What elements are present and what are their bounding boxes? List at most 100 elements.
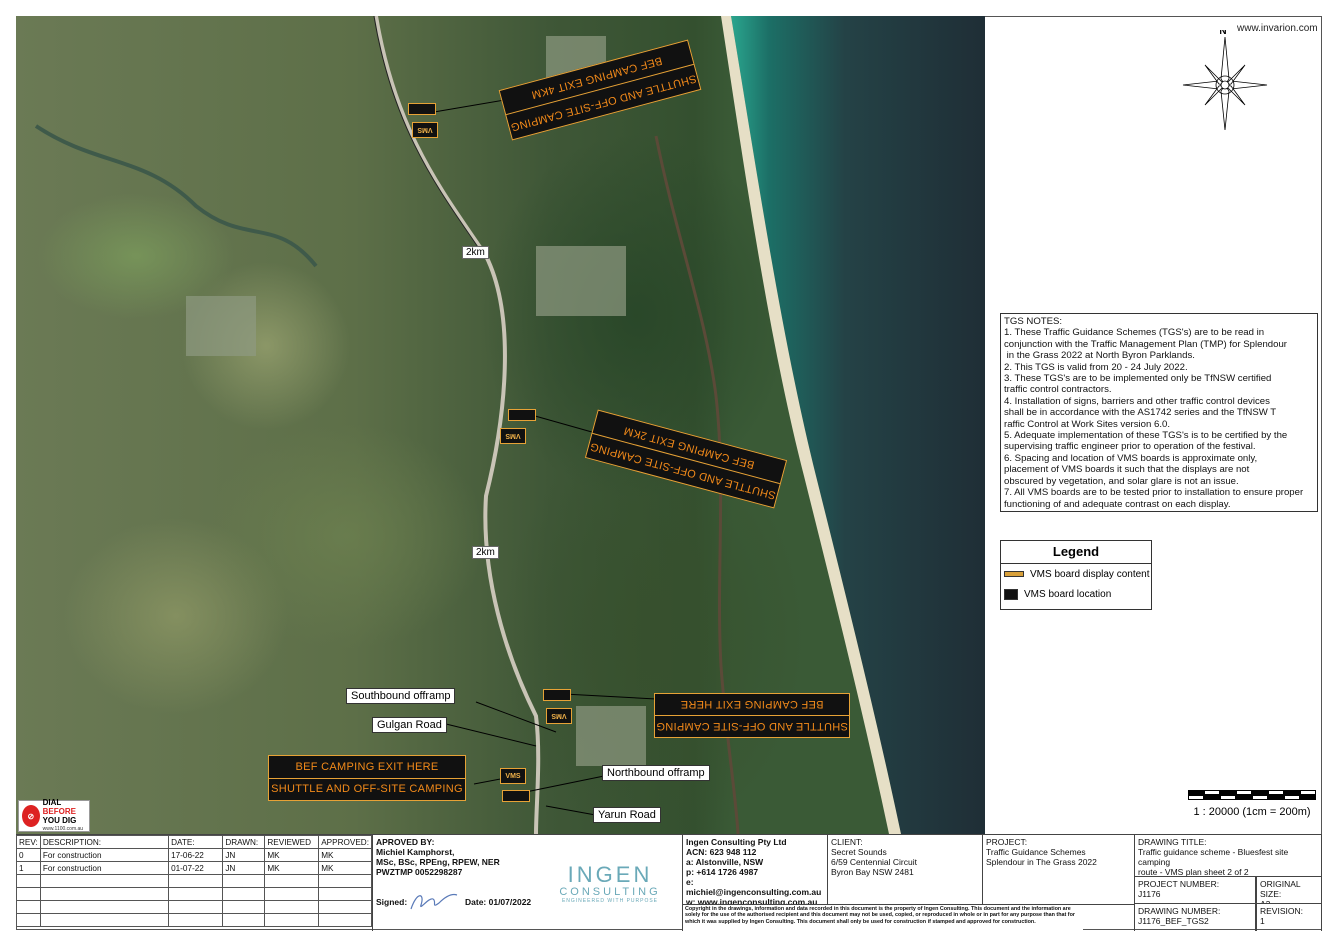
approved-by-label: APROVED BY: <box>376 837 435 847</box>
notes-line: in the Grass 2022 at North Byron Parklan… <box>1004 350 1195 362</box>
client-line: Byron Bay NSW 2481 <box>831 867 914 877</box>
you-dig-text: YOU DIG <box>42 816 77 825</box>
map-legend: Legend VMS board display content VMS boa… <box>1000 540 1152 610</box>
scale-ticks <box>1188 795 1316 800</box>
notes-line: 3. These TGS's are to be implemented onl… <box>1004 373 1272 385</box>
logo-text: CONSULTING <box>559 886 661 898</box>
notes-title: TGS NOTES: <box>1004 316 1063 327</box>
drawing-number-label: DRAWING NUMBER: <box>1138 906 1221 916</box>
drawing-number-cell: DRAWING NUMBER: J1176_BEF_TGS2 <box>1135 904 1256 931</box>
northbound-offramp-label: Northbound offramp <box>602 765 710 781</box>
client-line: Secret Sounds <box>831 847 887 857</box>
notes-line: raffic Control at Work Sites version 6.0… <box>1004 418 1171 430</box>
dial-before-you-dig-logo: ⊘ DIAL BEFORE YOU DIG www.1100.com.au <box>18 798 90 832</box>
company-line: e: michiel@ingenconsulting.com.au <box>686 877 822 897</box>
vms-tag: VMS <box>412 122 438 138</box>
project-panel: PROJECT: Traffic Guidance Schemes Splend… <box>983 835 1135 904</box>
drawing-title-line: route - VMS plan sheet 2 of 2 <box>1138 867 1249 877</box>
copyright-notice: Copyright in the drawings, information a… <box>683 904 1083 931</box>
approver-line: Michiel Kamphorst, <box>376 847 455 857</box>
southbound-offramp-label: Southbound offramp <box>346 688 456 704</box>
distance-marker: 2km <box>472 546 499 559</box>
drawing-title-label: DRAWING TITLE: <box>1138 837 1207 847</box>
dial-text: DIAL BEFORE <box>42 798 76 816</box>
scale-bar: 1 : 20000 (1cm = 200m) <box>1188 790 1316 818</box>
sign-line: BEF CAMPING EXIT HERE <box>295 760 439 773</box>
vms-location-marker[interactable] <box>408 103 436 115</box>
vms-location-marker[interactable] <box>508 409 536 421</box>
vms-display-swatch-icon <box>1004 571 1024 577</box>
company-line: ACN: 623 948 112 <box>686 847 757 857</box>
tgs-notes: TGS NOTES: 1. These Traffic Guidance Sch… <box>1000 313 1318 512</box>
client-label: CLIENT: <box>831 837 863 847</box>
signed-label: Signed: <box>376 897 408 907</box>
table-row <box>16 887 372 901</box>
project-line: Traffic Guidance Schemes <box>986 847 1086 857</box>
client-line: 6/59 Centennial Circuit <box>831 857 917 867</box>
vms-location-icon <box>1004 588 1018 600</box>
company-line: a: Alstonville, NSW <box>686 857 764 867</box>
legend-item: VMS board location <box>1001 584 1151 604</box>
company-line: Ingen Consulting Pty Ltd <box>686 837 787 847</box>
table-row: 1 For construction 01-07-22 JN MK MK <box>16 861 372 875</box>
revision-label: REVISION: <box>1260 906 1303 916</box>
sign-line: SHUTTLE AND OFF-SITE CAMPING <box>656 720 848 733</box>
revision-value: 1 <box>1260 916 1265 926</box>
notes-line: placement of VMS boards it such that the… <box>1004 464 1250 476</box>
notes-line: 4. Installation of signs, barriers and o… <box>1004 395 1270 407</box>
legend-item-label: VMS board location <box>1024 588 1112 600</box>
table-row <box>16 900 372 914</box>
logo-tagline: ENGINEERED WITH PURPOSE <box>561 898 659 904</box>
notes-line: 1. These Traffic Guidance Schemes (TGS's… <box>1004 327 1265 339</box>
notes-line: 6. Spacing and location of VMS boards is… <box>1004 452 1258 464</box>
yarun-road-label: Yarun Road <box>593 807 661 823</box>
notes-line: supervising traffic engineer prior to op… <box>1004 441 1256 453</box>
scale-text: 1 : 20000 (1cm = 200m) <box>1193 806 1311 818</box>
notes-line: obscured by vegetation, and solar glare … <box>1004 475 1239 487</box>
notes-line: 2. This TGS is valid from 20 - 24 July 2… <box>1004 361 1188 373</box>
vms-location-marker[interactable] <box>502 790 530 802</box>
company-line: p: +614 1726 4987 <box>686 867 759 877</box>
no-dig-icon: ⊘ <box>22 805 40 827</box>
table-row <box>16 874 372 888</box>
drawing-title-line: Traffic guidance scheme - Bluesfest site… <box>1138 847 1289 867</box>
signature-icon <box>410 893 458 910</box>
vms-tag: VMS <box>546 708 572 724</box>
original-size-label: ORIGINAL SIZE: <box>1260 879 1301 899</box>
notes-line: functioning of and adequate contrast on … <box>1004 498 1231 510</box>
notes-line: shall be in accordance with the AS1742 s… <box>1004 407 1277 419</box>
ingen-logo: INGEN CONSULTING ENGINEERED WITH PURPOSE <box>555 862 665 904</box>
revision-cell: REVISION: 1 <box>1256 904 1322 931</box>
vms-tag: VMS <box>500 428 526 444</box>
notes-line: 7. All VMS boards are to be tested prior… <box>1004 487 1304 499</box>
vms-tag: VMS <box>500 768 526 784</box>
revision-table: REV: DESCRIPTION: DATE: DRAWN: REVIEWED … <box>16 835 373 931</box>
legend-title: Legend <box>1001 541 1151 564</box>
svg-text:N: N <box>1219 30 1226 37</box>
vms-display-exit-here-southbound: SHUTTLE AND OFF-SITE CAMPING BEF CAMPING… <box>654 693 850 738</box>
title-block: REV: DESCRIPTION: DATE: DRAWN: REVIEWED … <box>16 834 1322 931</box>
aerial-map[interactable]: VMS VMS VMS VMS SHUTTLE AND OFF-SITE CAM… <box>16 16 985 834</box>
north-arrow-icon: N <box>1182 30 1268 130</box>
project-line: Splendour in The Grass 2022 <box>986 857 1097 867</box>
table-header: REV: DESCRIPTION: DATE: DRAWN: REVIEWED … <box>16 835 372 849</box>
drawing-title-panel: DRAWING TITLE: Traffic guidance scheme -… <box>1135 835 1322 877</box>
notes-line: conjunction with the Traffic Management … <box>1004 338 1287 350</box>
drawing-number-value: J1176_BEF_TGS2 <box>1138 916 1209 926</box>
vms-display-exit-here-northbound: BEF CAMPING EXIT HERE SHUTTLE AND OFF-SI… <box>268 755 466 801</box>
legend-item: VMS board display content <box>1001 564 1151 584</box>
vms-location-marker[interactable] <box>543 689 571 701</box>
sign-line: BEF CAMPING EXIT HERE <box>655 694 849 716</box>
project-label: PROJECT: <box>986 837 1028 847</box>
notes-line: traffic control contractors. <box>1004 384 1112 396</box>
project-number-value: J1176 <box>1138 889 1161 899</box>
client-panel: CLIENT: Secret Sounds 6/59 Centennial Ci… <box>828 835 983 904</box>
logo-text: INGEN <box>567 862 653 887</box>
table-row: 0 For construction 17-06-22 JN MK MK <box>16 848 372 862</box>
project-number-label: PROJECT NUMBER: <box>1138 879 1220 889</box>
sign-line: SHUTTLE AND OFF-SITE CAMPING <box>269 777 465 801</box>
notes-line: 5. Adequate implementation of these TGS'… <box>1004 430 1288 442</box>
dial-url: www.1100.com.au <box>42 826 84 832</box>
blank-cell <box>1083 904 1135 931</box>
original-size-cell: ORIGINAL SIZE: A3 <box>1256 877 1322 904</box>
